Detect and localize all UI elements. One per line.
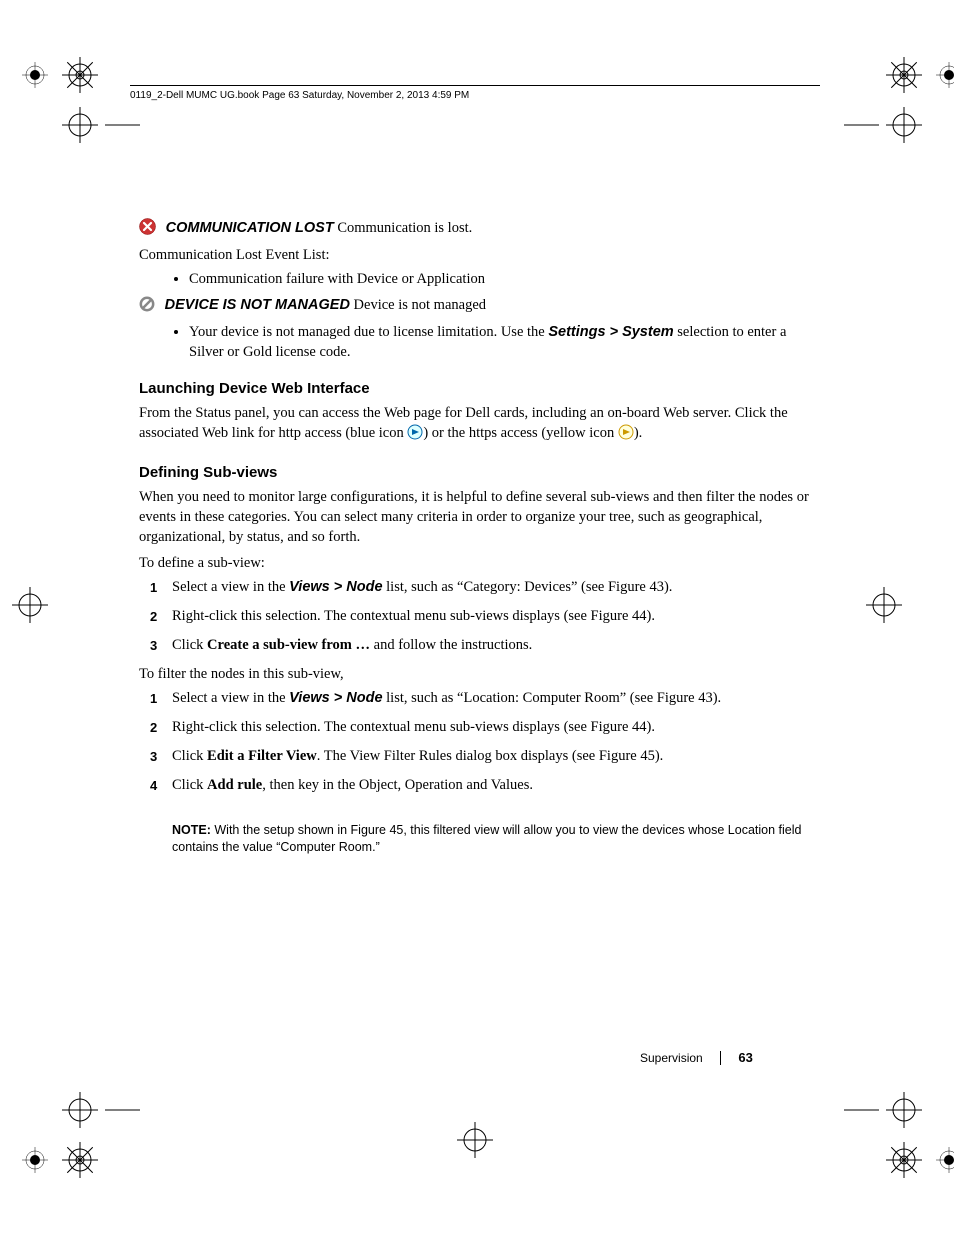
defining-p1: When you need to monitor large configura… [139,487,817,547]
launching-p1b: ) or the https access (yellow icon [423,425,617,441]
note-block: NOTE: With the setup shown in Figure 45,… [139,822,817,856]
not-managed-bullet-prefix: Your device is not managed due to licens… [189,324,548,340]
filter-step-1-menu: Views > Node [289,690,382,706]
not-managed-label: DEVICE IS NOT MANAGED [165,297,350,313]
crop-mark-top-left [10,50,110,150]
filter-step-3a: Click [172,748,207,764]
forbidden-icon [139,296,155,318]
filter-step-2: Right-click this selection. The contextu… [172,717,817,738]
comm-lost-suffix: Communication is lost. [334,220,473,236]
footer-page-number: 63 [738,1050,752,1065]
footer-section: Supervision [640,1051,703,1065]
note-label: NOTE: [172,823,211,837]
define-step-1: Select a view in the Views > Node list, … [172,577,817,598]
define-step-2: Right-click this selection. The contextu… [172,606,817,627]
launching-paragraph: From the Status panel, you can access th… [139,403,817,446]
define-step-1a: Select a view in the [172,579,289,595]
https-yellow-icon [618,424,634,446]
not-managed-bullet: Your device is not managed due to licens… [189,322,817,362]
filter-step-4b: , then key in the Object, Operation and … [262,777,533,793]
note-text: With the setup shown in Figure 45, this … [172,823,801,854]
define-step-1b: list, such as “Category: Devices” (see F… [383,579,673,595]
define-list: Select a view in the Views > Node list, … [139,577,817,656]
page-footer: Supervision 63 [640,1050,820,1065]
define-step-3: Click Create a sub-view from … and follo… [172,635,817,656]
filter-step-1: Select a view in the Views > Node list, … [172,688,817,709]
defining-heading: Defining Sub-views [139,464,817,481]
comm-lost-bullet-1: Communication failure with Device or App… [189,269,817,289]
crop-mark-bottom-right [844,1085,944,1185]
filter-step-4: Click Add rule, then key in the Object, … [172,775,817,796]
footer-divider [720,1051,721,1065]
launching-heading: Launching Device Web Interface [139,380,817,397]
page-body: COMMUNICATION LOST Communication is lost… [139,216,817,856]
not-managed-menu-path: Settings > System [548,324,673,340]
not-managed-row: DEVICE IS NOT MANAGED Device is not mana… [139,295,817,318]
defining-p3: To filter the nodes in this sub-view, [139,664,817,684]
filter-list: Select a view in the Views > Node list, … [139,688,817,796]
filter-step-1a: Select a view in the [172,690,289,706]
crop-mark-mid-right [844,580,944,680]
filter-step-3-bold: Edit a Filter View [207,748,317,764]
comm-lost-label: COMMUNICATION LOST [166,220,334,236]
http-blue-icon [407,424,423,446]
filter-step-3b: . The View Filter Rules dialog box displ… [317,748,664,764]
comm-lost-event-list-title: Communication Lost Event List: [139,245,817,265]
crop-mark-top-right [844,50,944,150]
crop-mark-bottom-left [10,1085,110,1185]
error-x-icon [139,218,156,241]
define-step-3a: Click [172,637,207,653]
running-header-text: 0119_2-Dell MUMC UG.book Page 63 Saturda… [130,90,469,101]
filter-step-1b: list, such as “Location: Computer Room” … [383,690,722,706]
define-step-3b: and follow the instructions. [370,637,532,653]
not-managed-suffix: Device is not managed [350,297,486,313]
filter-step-4-bold: Add rule [207,777,262,793]
launching-p1c: ). [634,425,642,441]
running-header: 0119_2-Dell MUMC UG.book Page 63 Saturda… [130,85,820,101]
filter-step-4a: Click [172,777,207,793]
filter-step-3: Click Edit a Filter View. The View Filte… [172,746,817,767]
comm-lost-row: COMMUNICATION LOST Communication is lost… [139,218,817,241]
crop-mark-mid-left [10,580,110,680]
define-step-1-menu: Views > Node [289,579,382,595]
defining-p2: To define a sub-view: [139,553,817,573]
define-step-3-bold: Create a sub-view from … [207,637,370,653]
crop-mark-bottom-center [445,1115,545,1215]
